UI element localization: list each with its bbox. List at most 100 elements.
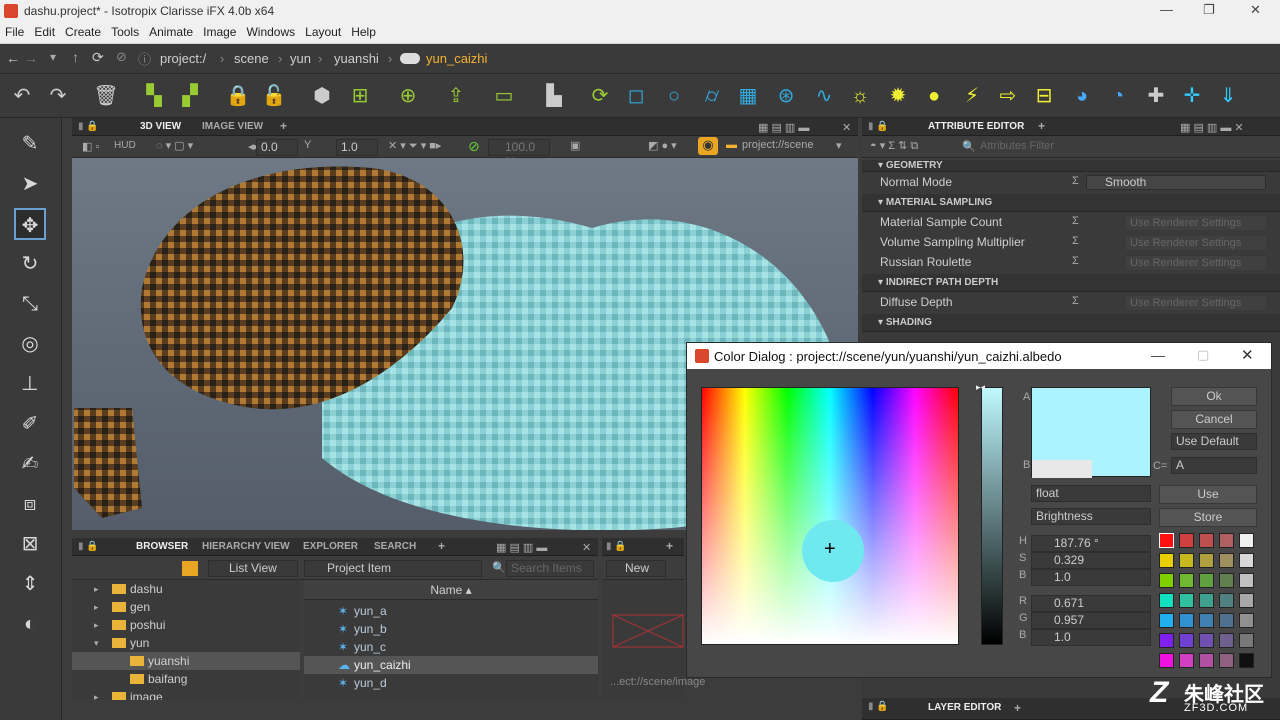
search-items-input[interactable]: Search Items — [506, 560, 594, 577]
list-item[interactable]: ✶ yun_b — [304, 620, 598, 638]
expand-arrow-icon[interactable]: ▸ — [94, 598, 99, 616]
color-swatch[interactable] — [1179, 653, 1194, 668]
browser-mode-icon[interactable] — [182, 561, 198, 576]
list-item[interactable]: ✶ yun_a — [304, 602, 598, 620]
brightness-slider[interactable]: ▸◂ — [976, 382, 1003, 645]
lock-icon[interactable]: 🔒 — [224, 82, 252, 110]
expand-arrow-icon[interactable]: ▾ — [94, 634, 99, 652]
close-icon[interactable]: ✕ — [1241, 346, 1254, 364]
slider-handle-icon[interactable]: ▸◂ — [976, 382, 985, 393]
color-swatch[interactable] — [1239, 553, 1254, 568]
color-swatch[interactable] — [1219, 653, 1234, 668]
color-swatch[interactable] — [1239, 573, 1254, 588]
image-icon[interactable]: ▣ — [570, 139, 580, 152]
tree-item[interactable]: ▸ dashu — [72, 580, 300, 598]
attribute-editor-title[interactable]: ATTRIBUTE EDITOR — [928, 121, 1024, 132]
close-panel-icon[interactable]: ✕ — [582, 541, 591, 554]
color-swatch[interactable] — [1179, 573, 1194, 588]
camera-tool-icon[interactable]: ⊠ — [14, 528, 46, 560]
menu-file[interactable]: File — [0, 22, 29, 39]
new-button[interactable]: New — [606, 560, 666, 577]
tree-item[interactable]: ▸ gen — [72, 598, 300, 616]
display-mode-icon[interactable]: ◌ ▾ ▢ ▾ — [156, 139, 193, 152]
menu-layout[interactable]: Layout — [300, 22, 346, 39]
up-icon[interactable]: ↑ — [72, 49, 79, 65]
list-item[interactable]: ☁ yun_caizhi — [304, 656, 598, 674]
color-swatch[interactable] — [1219, 553, 1234, 568]
cube-icon[interactable]: ⬢ — [308, 82, 336, 110]
pin-icon[interactable]: ▮ 🔒 — [606, 541, 627, 552]
redo-icon[interactable]: ↷ — [44, 82, 72, 110]
cancel-button[interactable]: Cancel — [1171, 410, 1257, 429]
cylinder-primitive-icon[interactable]: ⌭ — [698, 82, 726, 110]
brightness-field[interactable]: 1.0 — [1031, 569, 1151, 586]
export-icon[interactable]: ⇪ — [442, 82, 470, 110]
brush-tool-icon[interactable]: ✍ — [14, 448, 46, 480]
red-field[interactable]: 0.671 — [1031, 595, 1151, 612]
expand-arrow-icon[interactable]: ▸ — [94, 688, 99, 700]
color-swatch[interactable] — [1199, 633, 1214, 648]
color-swatch[interactable] — [1199, 553, 1214, 568]
type-select[interactable]: float — [1031, 485, 1151, 502]
close-panel-icon[interactable]: ✕ — [842, 121, 851, 134]
attribute-row[interactable]: Material Sample Count Σ Use Renderer Setti… — [862, 212, 1280, 232]
select-arrow-icon[interactable]: ➤ — [14, 168, 46, 200]
maximize-icon[interactable]: ❐ — [1203, 2, 1215, 18]
color-swatch[interactable] — [1159, 633, 1174, 648]
box-primitive-icon[interactable]: ◻ — [622, 82, 650, 110]
color-swatch[interactable] — [1239, 533, 1254, 548]
pin-icon[interactable]: ▮ 🔒 — [868, 701, 889, 712]
info-icon[interactable]: ⓘ — [138, 49, 151, 68]
name-column-header[interactable]: Name ▴ — [304, 580, 598, 600]
import-scene-icon[interactable]: ⊕ — [394, 82, 422, 110]
menu-tools[interactable]: Tools — [106, 22, 144, 39]
path-dropdown-icon[interactable]: ▾ — [836, 139, 842, 152]
tree-item[interactable]: ▾ yun — [72, 634, 300, 652]
color-swatch[interactable] — [1199, 573, 1214, 588]
refresh-icon[interactable]: ⟳ — [92, 49, 104, 66]
color-swatch[interactable] — [1159, 613, 1174, 628]
color-swatch[interactable] — [1179, 593, 1194, 608]
group-icon[interactable]: ▚ — [140, 82, 168, 110]
stop-icon[interactable]: ⊘ — [116, 49, 127, 65]
color-swatch[interactable] — [1219, 573, 1234, 588]
attribute-row[interactable]: Diffuse Depth Σ Use Renderer Settings — [862, 292, 1280, 312]
color-swatch[interactable] — [1239, 613, 1254, 628]
light-bulb-icon[interactable]: ☼ — [846, 82, 874, 110]
attribute-value[interactable]: Use Renderer Settings — [1126, 256, 1266, 270]
color-swatch[interactable] — [1159, 553, 1174, 568]
attributes-filter-input[interactable]: Attributes Filter — [980, 140, 1054, 152]
attribute-section-header[interactable]: ▾ INDIRECT PATH DEPTH — [862, 274, 1280, 292]
align-tool-icon[interactable]: ⇕ — [14, 568, 46, 600]
minimize-icon[interactable]: — — [1151, 347, 1165, 363]
camera-icons[interactable]: ◩ ● ▾ — [648, 139, 677, 152]
eye-icon[interactable]: ◉ — [698, 137, 718, 155]
scale-tool-icon[interactable]: ⤡ — [14, 288, 46, 320]
viewport-path[interactable]: project://scene — [742, 139, 814, 151]
zoom-field[interactable]: 100.0 % — [488, 139, 550, 169]
color-swatch[interactable] — [1239, 653, 1254, 668]
use-default-select[interactable]: Use Default — [1171, 433, 1257, 450]
minimize-icon[interactable]: — — [1160, 2, 1173, 17]
back-icon[interactable]: ← — [6, 50, 20, 66]
history-dropdown-icon[interactable]: ▾ — [50, 50, 56, 64]
eyedropper-icon[interactable]: ✎ — [14, 128, 46, 160]
scatter-icon[interactable]: ✚ — [1142, 82, 1170, 110]
c-mode-select[interactable]: A — [1171, 457, 1257, 474]
list-view-select[interactable]: List View — [208, 560, 298, 577]
color-swap-icon[interactable]: ◐ — [14, 608, 46, 640]
attribute-section-header[interactable]: ▾ GEOMETRY — [862, 160, 1280, 172]
color-swatch[interactable] — [1159, 533, 1174, 548]
move-tool-icon[interactable]: ✥ — [14, 208, 46, 240]
saturation-field[interactable]: 0.329 — [1031, 552, 1151, 569]
rotate-tool-icon[interactable]: ↻ — [14, 248, 46, 280]
breadcrumb-scene[interactable]: scene — [234, 51, 269, 66]
sigma-icon[interactable]: Σ — [1072, 255, 1079, 267]
tab-hierarchy-view[interactable]: HIERARCHY VIEW — [202, 541, 290, 552]
tree-item[interactable]: ▸ poshui — [72, 616, 300, 634]
pin-icon[interactable]: ▮ 🔒 — [78, 121, 99, 132]
color-swatch[interactable] — [1159, 653, 1174, 668]
crosshair-icon[interactable]: + — [824, 538, 836, 561]
list-item[interactable]: ✶ yun_d — [304, 674, 598, 692]
color-swatch[interactable] — [1179, 553, 1194, 568]
